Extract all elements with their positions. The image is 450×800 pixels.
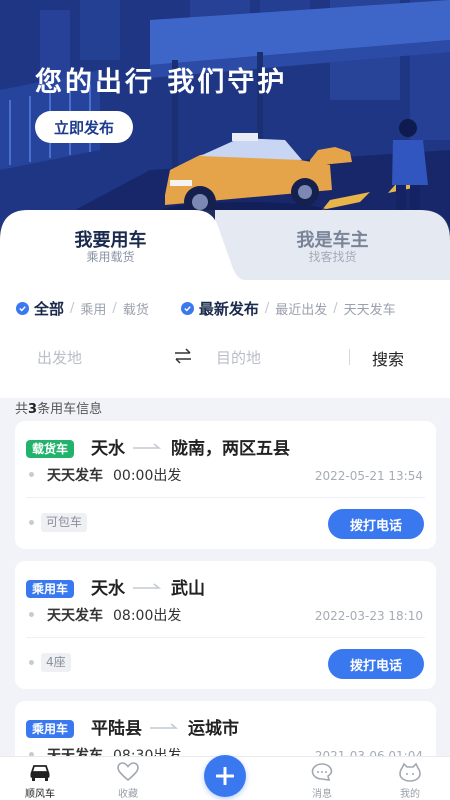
vehicle-type-tag: 乘用车 bbox=[26, 580, 75, 598]
listing-card[interactable]: 乘用车 天水 武山 天天发车 08:00出发 2022-03-23 18:10 4… bbox=[15, 561, 436, 689]
swap-icon[interactable] bbox=[173, 346, 193, 366]
nav-rideshare[interactable]: 顺风车 bbox=[10, 761, 70, 800]
plus-icon bbox=[216, 767, 234, 785]
departure-input[interactable]: 出发地 bbox=[37, 347, 82, 368]
publish-date: 2022-05-21 13:54 bbox=[314, 469, 423, 483]
publish-now-button[interactable]: 立即发布 bbox=[35, 111, 133, 143]
departure-info: 天天发车 08:00出发 bbox=[47, 608, 182, 624]
departure-info: 天天发车 00:00出发 bbox=[47, 468, 182, 484]
vehicle-type-tag: 载货车 bbox=[26, 440, 75, 458]
feature-badge: 4座 bbox=[41, 653, 71, 672]
tab-need-car-subtitle: 乘用载货 bbox=[86, 250, 135, 264]
arrow-right-icon bbox=[133, 582, 162, 589]
car-icon bbox=[30, 765, 50, 781]
arrow-right-icon bbox=[133, 442, 162, 449]
filter-type-cargo[interactable]: 载货 bbox=[123, 299, 149, 318]
search-divider bbox=[349, 349, 350, 365]
route-to: 武山 bbox=[171, 579, 205, 599]
route: 天水 陇南，两区五县 bbox=[91, 434, 290, 459]
nav-messages[interactable]: 消息 bbox=[292, 761, 352, 800]
sort-nearest-departure[interactable]: 最近出发 bbox=[275, 299, 327, 318]
arrow-right-icon bbox=[150, 722, 179, 729]
nav-favorites[interactable]: 收藏 bbox=[98, 761, 158, 800]
route-to: 陇南，两区五县 bbox=[171, 439, 290, 459]
route: 天水 武山 bbox=[91, 574, 205, 599]
route-from: 天水 bbox=[91, 439, 125, 459]
feature-badge: 可包车 bbox=[41, 513, 88, 532]
route-from: 天水 bbox=[91, 579, 125, 599]
message-icon bbox=[311, 763, 333, 781]
tab-car-owner[interactable]: 我是车主 找客找货 bbox=[215, 210, 450, 280]
publish-plus-button[interactable] bbox=[204, 755, 246, 797]
publish-date: 2022-03-23 18:10 bbox=[314, 609, 423, 623]
result-count: 共3条用车信息 bbox=[15, 402, 103, 417]
heart-icon bbox=[117, 762, 139, 782]
route-from: 平陆县 bbox=[91, 719, 142, 739]
route: 平陆县 运城市 bbox=[91, 714, 239, 739]
profile-icon bbox=[399, 762, 421, 782]
route-to: 运城市 bbox=[188, 719, 239, 739]
check-icon bbox=[16, 301, 29, 315]
listing-card[interactable]: 载货车 天水 陇南，两区五县 天天发车 00:00出发 2022-05-21 13… bbox=[15, 421, 436, 549]
bullet bbox=[29, 520, 34, 525]
sort-latest[interactable]: 最新发布 bbox=[199, 298, 259, 319]
search-button[interactable]: 搜索 bbox=[372, 346, 404, 370]
bullet bbox=[29, 660, 34, 665]
vehicle-type-tag: 乘用车 bbox=[26, 720, 75, 738]
call-button[interactable]: 拨打电话 bbox=[328, 649, 424, 679]
bottom-navigation: 顺风车 收藏 消息 我的 bbox=[0, 755, 450, 800]
filter-type-all[interactable]: 全部 bbox=[34, 298, 64, 319]
route-search-box: 出发地 目的地 搜索 bbox=[15, 332, 436, 382]
tab-need-car[interactable]: 我要用车 乘用载货 bbox=[0, 210, 245, 280]
bullet bbox=[29, 612, 34, 617]
sort-daily[interactable]: 天天发车 bbox=[344, 299, 396, 318]
tab-car-owner-subtitle: 找客找货 bbox=[308, 250, 357, 264]
banner-title: 您的出行 我们守护 bbox=[35, 67, 288, 98]
filter-bar: 全部 / 乘用 / 载货 最新发布 / 最近出发 / 天天发车 bbox=[16, 296, 436, 320]
call-button[interactable]: 拨打电话 bbox=[328, 509, 424, 539]
nav-profile[interactable]: 我的 bbox=[380, 761, 440, 800]
bullet bbox=[29, 472, 34, 477]
check-icon bbox=[180, 301, 194, 315]
filter-type-passenger[interactable]: 乘用 bbox=[80, 299, 106, 318]
destination-input[interactable]: 目的地 bbox=[216, 347, 261, 368]
